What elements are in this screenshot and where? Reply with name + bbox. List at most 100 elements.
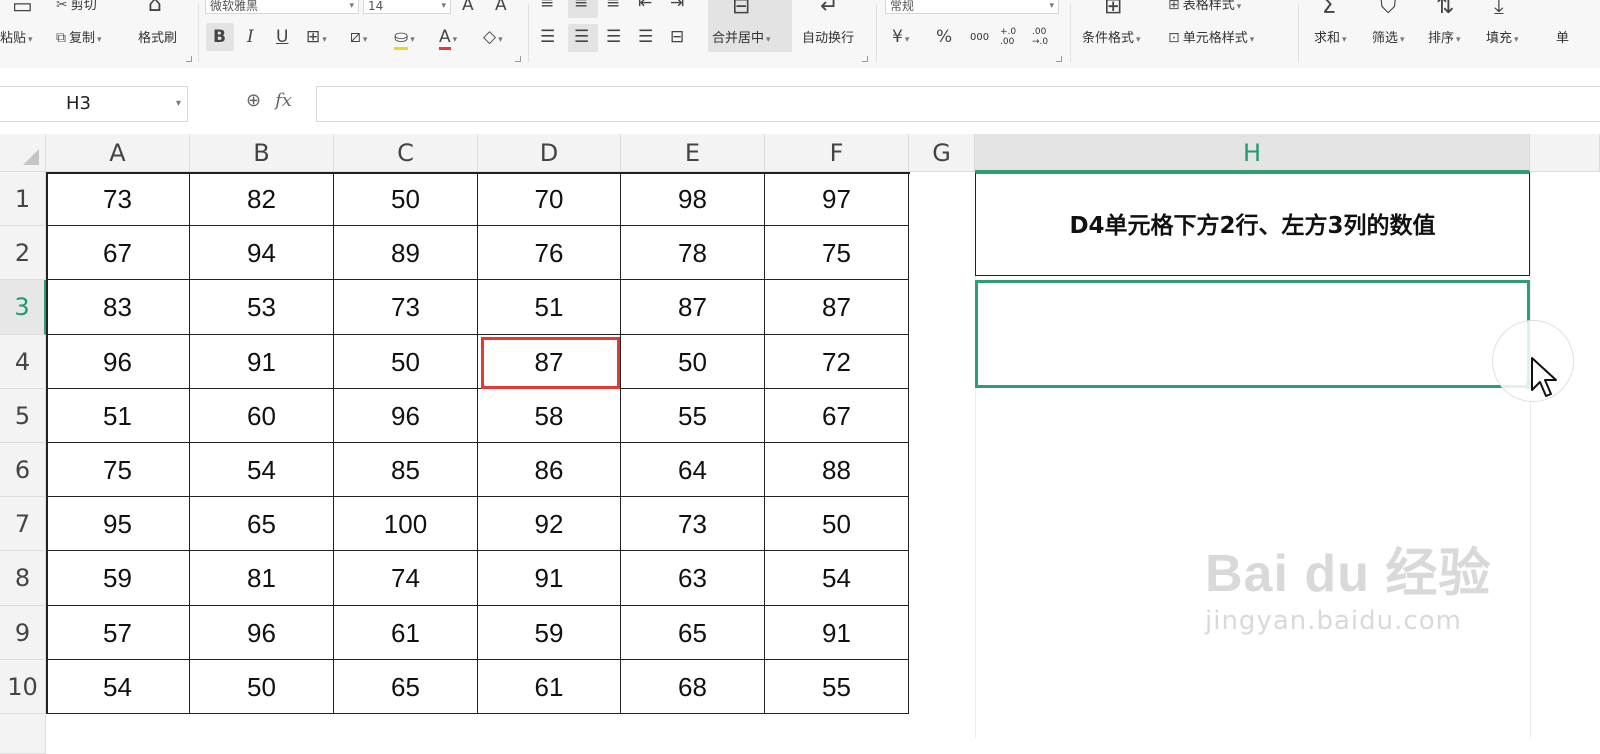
align-bottom-button[interactable]: ≡ <box>606 0 620 12</box>
column-header-e[interactable]: E <box>621 134 765 172</box>
decrease-indent-button[interactable]: ⇤ <box>638 0 652 12</box>
cell-e1[interactable]: 98 <box>621 172 765 227</box>
italic-button[interactable]: I <box>247 28 254 46</box>
cell-e7[interactable]: 73 <box>621 497 765 552</box>
percent-button[interactable]: % <box>936 28 952 46</box>
cell-style-button[interactable]: ⊡ 单元格样式 ▾ <box>1168 30 1254 48</box>
decrease-font-size-button[interactable]: A <box>495 0 507 14</box>
cell-d7[interactable]: 92 <box>478 497 621 552</box>
row-header-5[interactable]: 5 <box>0 388 46 443</box>
cell-c4[interactable]: 50 <box>334 334 478 389</box>
increase-decimal-button[interactable]: +.0 .00 <box>1000 27 1022 47</box>
cell-a1[interactable]: 73 <box>46 172 190 227</box>
align-top-button[interactable]: ≡ <box>540 0 554 12</box>
cell-b10[interactable]: 50 <box>190 659 334 714</box>
fx-icon[interactable]: fx <box>275 90 292 111</box>
cell-a9[interactable]: 57 <box>46 605 190 660</box>
row-header-4[interactable]: 4 <box>0 334 46 389</box>
column-header-b[interactable]: B <box>190 134 334 172</box>
cell-c7[interactable]: 100 <box>334 497 478 552</box>
font-dialog-launcher[interactable] <box>515 56 521 62</box>
currency-button[interactable]: ¥ ▾ <box>892 28 909 49</box>
cell-f5[interactable]: 67 <box>765 388 909 443</box>
cell-f10[interactable]: 55 <box>765 659 909 714</box>
column-header-f[interactable]: F <box>765 134 909 172</box>
select-all-corner[interactable] <box>0 134 46 172</box>
zoom-icon[interactable]: ⊕ <box>246 90 261 111</box>
number-dialog-launcher[interactable] <box>1056 56 1062 62</box>
cell-a7[interactable]: 95 <box>46 497 190 552</box>
cell-b5[interactable]: 60 <box>190 388 334 443</box>
cell-e9[interactable]: 65 <box>621 605 765 660</box>
row-header-3[interactable]: 3 <box>0 280 46 335</box>
clear-format-button[interactable]: ◇ ▾ <box>483 28 503 49</box>
alignment-dialog-launcher[interactable] <box>862 56 868 62</box>
cell-c3[interactable]: 73 <box>334 280 478 335</box>
cell-b3[interactable]: 53 <box>190 280 334 335</box>
column-header-a[interactable]: A <box>46 134 190 172</box>
paste-button[interactable]: 粘贴 ▾ <box>0 31 33 48</box>
borders-button[interactable]: ⊞ ▾ <box>306 28 327 49</box>
cell-e10[interactable]: 68 <box>621 659 765 714</box>
cell-d9[interactable]: 59 <box>478 605 621 660</box>
cell-a5[interactable]: 51 <box>46 388 190 443</box>
clipboard-dialog-launcher[interactable] <box>186 56 192 62</box>
cell-c9[interactable]: 61 <box>334 605 478 660</box>
column-header-h[interactable]: H <box>975 134 1530 172</box>
format-painter-button[interactable]: 格式刷 <box>138 31 177 47</box>
wrap-text-button[interactable]: 自动换行 <box>802 31 854 47</box>
column-header-c[interactable]: C <box>334 134 478 172</box>
cell-d1[interactable]: 70 <box>478 172 621 227</box>
format-painter-icon[interactable]: ⌂ <box>148 0 162 16</box>
chevron-down-icon[interactable]: ▾ <box>176 87 181 121</box>
cell-d10[interactable]: 61 <box>478 659 621 714</box>
cell-d2[interactable]: 76 <box>478 226 621 281</box>
column-header-d[interactable]: D <box>478 134 621 172</box>
paste-icon[interactable]: ▭ <box>12 0 33 18</box>
justify-button[interactable]: ☰ <box>638 28 653 46</box>
row-header-7[interactable]: 7 <box>0 497 46 552</box>
font-size-select[interactable]: 14 ▾ <box>363 0 451 14</box>
cell-f9[interactable]: 91 <box>765 605 909 660</box>
formula-input[interactable] <box>316 86 1600 122</box>
fill-button[interactable]: 填充 ▾ <box>1486 31 1519 48</box>
align-right-button[interactable]: ☰ <box>606 28 621 46</box>
cell-b6[interactable]: 54 <box>190 443 334 498</box>
underline-button[interactable]: U <box>276 28 288 46</box>
cell-a8[interactable]: 59 <box>46 551 190 606</box>
column-header-g[interactable]: G <box>909 134 975 172</box>
increase-font-size-button[interactable]: A <box>462 0 474 14</box>
sort-button[interactable]: 排序 ▾ <box>1428 31 1461 48</box>
sum-button[interactable]: 求和 ▾ <box>1314 31 1347 48</box>
cell-c6[interactable]: 85 <box>334 443 478 498</box>
cell-c1[interactable]: 50 <box>334 172 478 227</box>
cell-e4[interactable]: 50 <box>621 334 765 389</box>
cell-f1[interactable]: 97 <box>765 172 909 227</box>
cell-e8[interactable]: 63 <box>621 551 765 606</box>
bold-button[interactable]: B <box>213 28 226 46</box>
cell-format-button[interactable]: ⧄ ▾ <box>350 28 367 49</box>
cell-h1-merged-question[interactable]: D4单元格下方2行、左方3列的数值 <box>975 172 1530 276</box>
cell-e6[interactable]: 64 <box>621 443 765 498</box>
number-format-select[interactable]: 常规 ▾ <box>885 0 1059 14</box>
cell-f3[interactable]: 87 <box>765 280 909 335</box>
align-left-button[interactable]: ☰ <box>540 28 555 46</box>
cell-b9[interactable]: 96 <box>190 605 334 660</box>
cell-h3-active[interactable] <box>975 280 1530 388</box>
align-middle-button[interactable]: ≡ <box>574 0 588 12</box>
row-header-10[interactable]: 10 <box>0 659 46 714</box>
thousands-separator-button[interactable]: 000 <box>970 30 989 46</box>
conditional-format-button[interactable]: 条件格式 ▾ <box>1082 31 1141 48</box>
cell-b4[interactable]: 91 <box>190 334 334 389</box>
name-box[interactable]: H3 ▾ <box>0 86 188 122</box>
cell-e3[interactable]: 87 <box>621 280 765 335</box>
merge-center-button[interactable]: 合并居中 ▾ <box>712 31 771 48</box>
font-name-select[interactable]: 微软雅黑 ▾ <box>205 0 359 14</box>
distributed-align-button[interactable]: ⊟ <box>670 28 684 46</box>
cell-c2[interactable]: 89 <box>334 226 478 281</box>
table-style-button[interactable]: ⊞ 表格样式 ▾ <box>1168 0 1241 15</box>
cell-c5[interactable]: 96 <box>334 388 478 443</box>
cell-b1[interactable]: 82 <box>190 172 334 227</box>
cell-f8[interactable]: 54 <box>765 551 909 606</box>
copy-button[interactable]: ⧉ 复制 ▾ <box>56 30 102 48</box>
